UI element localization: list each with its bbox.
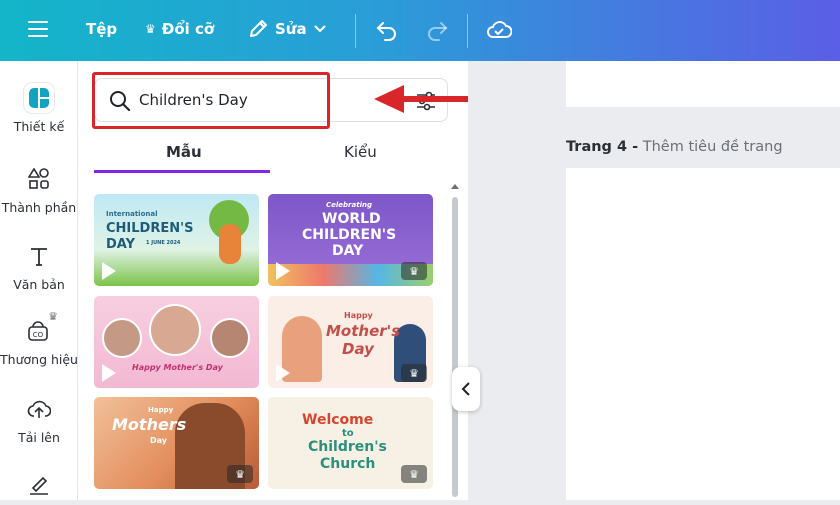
resize-label: Đổi cỡ [161,20,215,38]
rail-item-design[interactable]: Thiết kế [0,83,78,134]
photo-circle [149,304,201,356]
hamburger-icon [28,21,48,37]
template-line: Welcome [302,412,374,428]
crown-icon: ♛ [409,467,419,481]
menu-button[interactable] [28,20,48,38]
tab-templates[interactable]: Mẫu [166,143,202,161]
premium-badge: ♛ [401,465,427,483]
template-thumbnail[interactable]: Welcome to Children's Church ♛ [268,397,433,489]
template-line: Mother's [326,322,401,340]
template-line: Day [342,340,374,358]
photo-circle [102,318,142,358]
template-line: to [342,428,354,439]
toolbar-divider [467,14,468,48]
premium-badge: ♛ [401,364,427,382]
template-line: Happy Mother's Day [132,363,223,372]
child-illustration [219,224,241,264]
rail-item-upload[interactable]: Tải lên [0,394,78,445]
template-thumbnail[interactable]: International CHILDREN'S DAY 1 JUNE 2024 [94,194,259,286]
brand-icon: CO ♛ [24,310,58,346]
redo-button[interactable] [425,19,449,41]
panel-tabs: Mẫu Kiểu [94,139,448,173]
play-icon [276,364,290,382]
tab-styles[interactable]: Kiểu [344,143,377,161]
page-number: Trang 4 - [566,139,639,155]
template-line: International [106,210,158,218]
crown-icon: ♛ [48,310,58,323]
crown-icon: ♛ [409,264,419,278]
chevron-left-icon [461,382,470,396]
crown-icon: ♛ [409,366,419,380]
design-icon [24,83,54,113]
template-thumbnail[interactable]: Happy Mother's Day [94,296,259,388]
cloud-check-icon [487,21,512,38]
draw-icon [24,469,54,499]
page-title-input[interactable]: Thêm tiêu đề trang [643,139,783,155]
template-thumbnail[interactable]: Happy Mothers Day ♛ [94,397,259,489]
svg-text:CO: CO [33,331,44,339]
template-thumbnail[interactable]: Happy Mother's Day ♛ [268,296,433,388]
template-line: Church [320,456,376,472]
play-icon [102,262,116,280]
panel-scrollbar[interactable] [451,183,459,497]
current-page[interactable] [566,168,840,500]
rail-item-label: Văn bản [13,277,65,292]
rail-item-label: Thành phần [1,200,77,215]
page-label: Trang 4 - Thêm tiêu đề trang [566,139,783,155]
photo-circle [210,318,250,358]
template-line: Day [150,436,168,445]
upload-icon [24,394,54,424]
template-line: DAY [106,237,136,252]
play-icon [276,262,290,280]
rail-item-brand[interactable]: CO ♛ Thương hiệu [0,310,78,367]
rail-item-elements[interactable]: Thành phần [0,164,78,215]
previous-page[interactable] [566,61,840,107]
template-line: Happy [344,311,373,320]
template-line: Children's [308,439,387,455]
edit-menu-button[interactable]: Sửa [247,18,327,40]
undo-button[interactable] [375,19,399,41]
play-icon [102,364,116,382]
annotation-arrow-icon [374,85,468,113]
template-line: Mothers [112,415,187,434]
chevron-down-icon [313,25,326,33]
edit-menu-label: Sửa [275,20,307,38]
side-rail: Thiết kế Thành phần Văn bản CO ♛ Thương … [0,61,78,500]
template-line: Happy [148,406,174,414]
premium-badge: ♛ [227,465,253,483]
rail-item-label: Thiết kế [13,119,65,134]
file-menu-button[interactable]: Tệp [86,20,117,38]
rail-item-text[interactable]: Văn bản [0,241,78,292]
template-thumbnail[interactable]: Celebrating WORLD CHILDREN'S DAY ♛ [268,194,433,286]
search-highlight-box [92,72,330,129]
collapse-panel-button[interactable] [452,367,480,411]
crown-icon: ♛ [235,467,245,481]
templates-panel: Children's Day Mẫu Kiểu International CH… [78,61,468,500]
template-line: CHILDREN'S [302,227,397,243]
file-menu-label: Tệp [86,20,118,38]
top-bar: Tệp ♛ Đổi cỡ Sửa [0,0,840,61]
resize-button[interactable]: ♛ Đổi cỡ [145,20,214,38]
elements-icon [24,164,54,194]
template-line: 1 JUNE 2024 [146,240,181,246]
template-line: DAY [332,243,364,259]
cloud-save-button[interactable] [486,18,512,42]
premium-badge: ♛ [401,262,427,280]
text-icon [24,241,54,271]
rail-item-label: Tải lên [18,430,60,445]
template-line: WORLD [322,211,381,227]
redo-icon [428,22,448,41]
rail-item-label: Thương hiệu [0,352,78,367]
scroll-up-icon [451,184,459,189]
template-line: CHILDREN'S [106,221,194,236]
crown-icon: ♛ [145,22,156,36]
pencil-icon [250,20,267,37]
template-line: Celebrating [326,201,372,209]
scrollbar-thumb[interactable] [452,197,458,497]
toolbar-divider [355,14,356,48]
active-tab-indicator [94,170,270,173]
undo-icon [376,22,396,41]
